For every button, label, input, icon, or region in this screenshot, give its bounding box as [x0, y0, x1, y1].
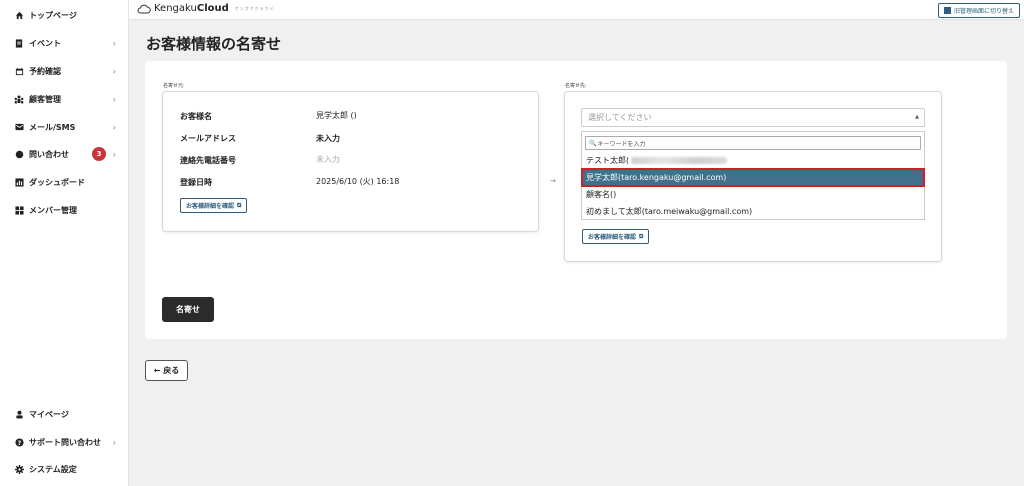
grid-icon — [14, 205, 24, 215]
logo-text-bold: Cloud — [196, 3, 229, 14]
registered-at-value: 2025/6/10 (火) 16:18 — [316, 177, 400, 186]
dropdown-search-input[interactable]: 🔍 キーワードを入力 — [585, 136, 921, 150]
switch-legacy-admin-button[interactable]: 旧管理画面に切り替え — [937, 3, 1020, 18]
sidebar-item-label: ダッシュボード — [29, 177, 85, 187]
chat-icon — [14, 149, 24, 159]
dropdown-option[interactable]: テスト太郎( — [582, 152, 924, 169]
sidebar-item-label: システム設定 — [29, 464, 77, 474]
external-link-icon: ⧉ — [639, 232, 644, 240]
dropdown-option[interactable]: 初めまして太郎(taro.meiwaku@gmail.com) — [582, 203, 924, 220]
sidebar-item-support[interactable]: ? サポート問い合わせ › — [0, 432, 129, 452]
target-section-label: 名寄せ先: — [565, 83, 587, 89]
redacted-email — [631, 157, 728, 164]
sidebar-item-dashboard[interactable]: ダッシュボード — [0, 172, 129, 192]
logo-text-light: Kengaku — [154, 3, 197, 14]
caret-up-icon: ▲ — [915, 114, 919, 120]
chevron-right-icon: › — [112, 437, 116, 447]
page-title: お客様情報の名寄せ — [146, 35, 282, 53]
phone-value: 未入力 — [316, 155, 340, 164]
sidebar-item-top[interactable]: トップページ — [0, 5, 129, 25]
phone-label: 連絡先電話番号 — [180, 156, 236, 165]
chevron-right-icon: › — [112, 122, 116, 132]
sidebar-item-label: イベント — [29, 38, 61, 48]
chevron-right-icon: › — [112, 94, 116, 104]
back-button[interactable]: ← 戻る — [145, 360, 188, 381]
person-icon — [14, 409, 24, 419]
sidebar: トップページ イベント › 予約確認 › 顧客管理 › メール/SMS › 問い… — [0, 0, 129, 486]
search-icon: 🔍 — [589, 139, 597, 147]
chevron-right-icon: › — [112, 38, 116, 48]
dropdown-option-selected[interactable]: 見学太郎(taro.kengaku@gmail.com) — [581, 168, 925, 187]
customer-name-value: 見学太郎 () — [316, 111, 357, 120]
switch-icon — [943, 7, 951, 14]
topbar: Kengaku Cloud ケンガククラウド 旧管理画面に切り替え — [129, 0, 1024, 20]
sidebar-item-customers[interactable]: 顧客管理 › — [0, 89, 129, 109]
target-customer-select[interactable]: 選択してください ▲ — [581, 108, 925, 127]
email-value: 未入力 — [316, 134, 340, 143]
notification-badge: 3 — [92, 147, 106, 161]
question-icon: ? — [14, 437, 24, 447]
cloud-icon — [137, 4, 151, 13]
sidebar-item-mail[interactable]: メール/SMS › — [0, 117, 129, 137]
sidebar-item-members[interactable]: メンバー管理 — [0, 200, 129, 220]
select-placeholder: 選択してください — [588, 113, 652, 122]
sidebar-item-label: 予約確認 — [29, 66, 61, 76]
sidebar-item-label: 顧客管理 — [29, 94, 61, 104]
registered-at-label: 登録日時 — [180, 178, 212, 187]
document-icon — [14, 38, 24, 48]
chevron-right-icon: › — [112, 66, 116, 76]
arrow-right-icon: → — [550, 177, 556, 185]
sidebar-item-label: 問い合わせ — [29, 149, 69, 159]
external-link-icon: ⧉ — [237, 201, 242, 209]
dropdown-option[interactable]: 顧客名() — [582, 186, 924, 203]
mail-icon — [14, 122, 24, 132]
sidebar-item-label: サポート問い合わせ — [29, 437, 101, 447]
email-label: メールアドレス — [180, 134, 236, 143]
merge-button[interactable]: 名寄せ — [162, 297, 214, 322]
calendar-icon — [14, 66, 24, 76]
sidebar-item-event[interactable]: イベント › — [0, 33, 129, 53]
app-logo[interactable]: Kengaku Cloud ケンガククラウド — [137, 3, 275, 14]
gear-icon — [14, 464, 24, 474]
users-icon — [14, 94, 24, 104]
chart-icon — [14, 177, 24, 187]
sidebar-item-inquiry[interactable]: 問い合わせ 3 › — [0, 144, 129, 164]
detail-button-label: お客様詳細を確認 — [186, 203, 235, 210]
chevron-right-icon: › — [112, 149, 116, 159]
logo-subtext: ケンガククラウド — [234, 5, 275, 11]
sidebar-item-mypage[interactable]: マイページ — [0, 404, 129, 424]
source-section-label: 名寄せ元: — [163, 83, 185, 89]
sidebar-item-label: メンバー管理 — [29, 205, 77, 215]
sidebar-item-label: マイページ — [29, 409, 69, 419]
sidebar-item-settings[interactable]: システム設定 — [0, 459, 129, 479]
sidebar-item-reservation[interactable]: 予約確認 › — [0, 61, 129, 81]
svg-text:?: ? — [17, 439, 21, 446]
home-icon — [14, 10, 24, 20]
source-customer-detail-button[interactable]: お客様詳細を確認 ⧉ — [180, 198, 248, 213]
sidebar-item-label: メール/SMS — [29, 122, 76, 132]
search-placeholder: キーワードを入力 — [597, 140, 646, 148]
switch-legacy-admin-label: 旧管理画面に切り替え — [953, 8, 1014, 15]
target-customer-detail-button[interactable]: お客様詳細を確認 ⧉ — [582, 229, 650, 244]
sidebar-item-label: トップページ — [29, 10, 77, 20]
customer-name-label: お客様名 — [180, 112, 212, 121]
detail-button-label: お客様詳細を確認 — [588, 234, 637, 241]
